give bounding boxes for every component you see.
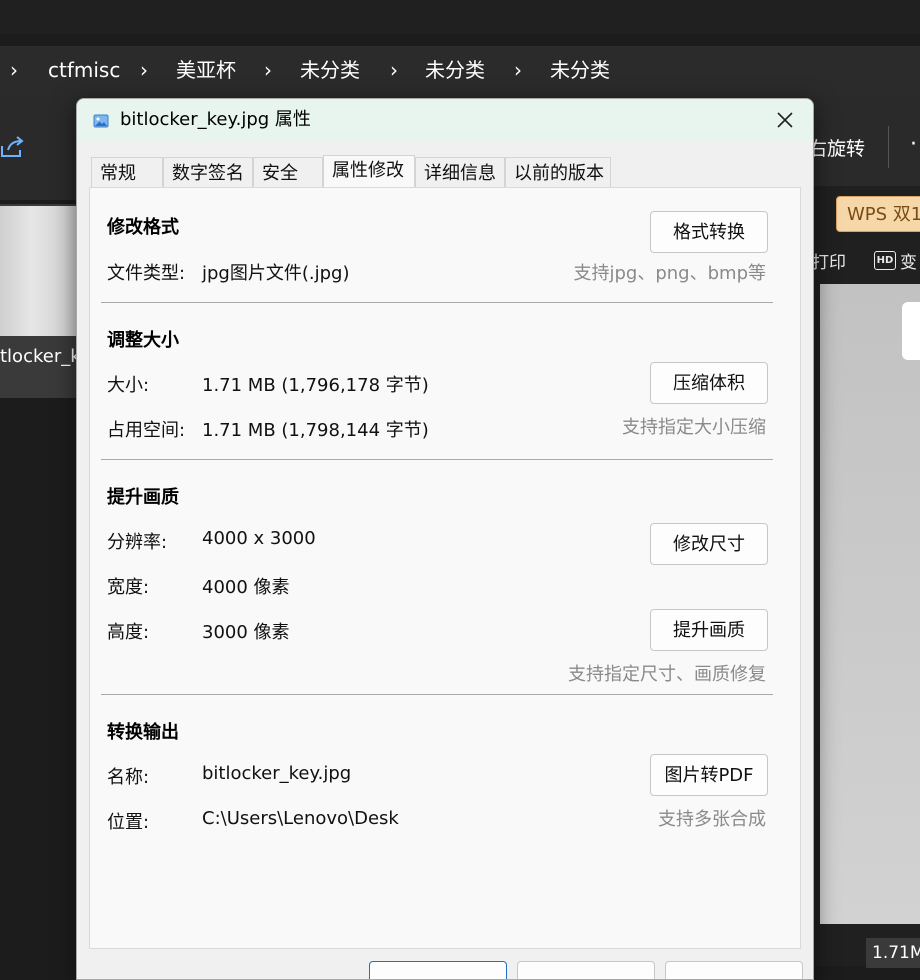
hd-icon: HD [874,251,896,270]
quality-hint: 支持指定尺寸、画质修复 [568,664,766,685]
size-label: 大小: [107,375,150,396]
apply-button[interactable] [665,961,803,979]
compress-button[interactable]: 压缩体积 [650,362,768,404]
convert-hint: 支持多张合成 [658,809,766,830]
height-value: 3000 像素 [202,622,290,643]
breadcrumb-item[interactable]: 未分类 [300,56,360,84]
tab-details[interactable]: 详细信息 [415,157,505,187]
section-title-format: 修改格式 [107,217,179,238]
tab-security[interactable]: 安全 [253,157,323,187]
resolution-label: 分辨率: [107,532,168,553]
file-thumbnail[interactable] [0,206,78,336]
resolution-value: 4000 x 3000 [202,528,316,549]
cancel-button[interactable] [517,961,655,979]
ok-button[interactable] [369,961,507,979]
disk-size-value: 1.71 MB (1,798,144 字节) [202,420,429,441]
convert-button[interactable]: 变 [900,248,917,273]
tab-general[interactable]: 常规 [91,157,163,187]
name-value: bitlocker_key.jpg [202,763,352,784]
section-divider [101,694,773,695]
width-value: 4000 像素 [202,577,290,598]
breadcrumb-chevron-icon: › [264,58,272,82]
toolbar-divider [888,126,889,168]
breadcrumb-chevron-icon: › [10,58,18,82]
file-type-label: 文件类型: [107,263,186,284]
rotate-right-button[interactable]: 右旋转 [808,134,865,161]
properties-dialog: bitlocker_key.jpg 属性 常规 数字签名 安全 属性修改 详细信… [76,98,814,980]
section-divider [101,459,773,460]
location-value: C:\Users\Lenovo\Desk [202,808,399,829]
wps-button[interactable]: WPS 双1 [836,196,920,232]
breadcrumb-chevron-icon: › [514,58,522,82]
file-type-value: jpg图片文件(.jpg) [202,263,350,284]
tab-digital-signature[interactable]: 数字签名 [163,157,253,187]
section-title-quality: 提升画质 [107,487,179,508]
image-preview [820,284,920,924]
close-icon[interactable] [767,105,803,135]
name-label: 名称: [107,767,150,788]
more-options-icon[interactable]: · [910,132,917,157]
image-file-icon [93,114,109,128]
breadcrumb-chevron-icon: › [140,58,148,82]
dialog-titlebar[interactable]: bitlocker_key.jpg 属性 [77,99,813,141]
location-label: 位置: [107,812,150,833]
tab-attribute-modify[interactable]: 属性修改 [323,155,415,187]
section-title-resize: 调整大小 [107,330,179,351]
image-to-pdf-button[interactable]: 图片转PDF [650,754,768,796]
window-top-strip [0,0,920,34]
width-label: 宽度: [107,577,150,598]
share-icon[interactable] [0,134,26,160]
breadcrumb-chevron-icon: › [390,58,398,82]
breadcrumb-item[interactable]: 未分类 [425,56,485,84]
enhance-quality-button[interactable]: 提升画质 [650,609,768,651]
breadcrumb-item[interactable]: ctfmisc [48,56,120,84]
size-value: 1.71 MB (1,796,178 字节) [202,375,429,396]
section-title-convert: 转换输出 [107,722,179,743]
file-size-badge: 1.71M [866,938,920,968]
breadcrumb-item[interactable]: 美亚杯 [176,56,236,84]
format-convert-button[interactable]: 格式转换 [650,211,768,253]
disk-size-label: 占用空间: [107,420,186,441]
resize-hint: 支持指定大小压缩 [622,417,766,438]
section-divider [101,302,773,303]
dialog-title: bitlocker_key.jpg 属性 [120,109,311,130]
preview-action-button[interactable] [902,302,920,360]
tab-previous-versions[interactable]: 以前的版本 [505,157,611,187]
print-button[interactable]: 打印 [812,248,846,273]
height-label: 高度: [107,622,150,643]
format-hint: 支持jpg、png、bmp等 [573,263,767,284]
resize-dimensions-button[interactable]: 修改尺寸 [650,523,768,565]
breadcrumb-item[interactable]: 未分类 [550,56,610,84]
